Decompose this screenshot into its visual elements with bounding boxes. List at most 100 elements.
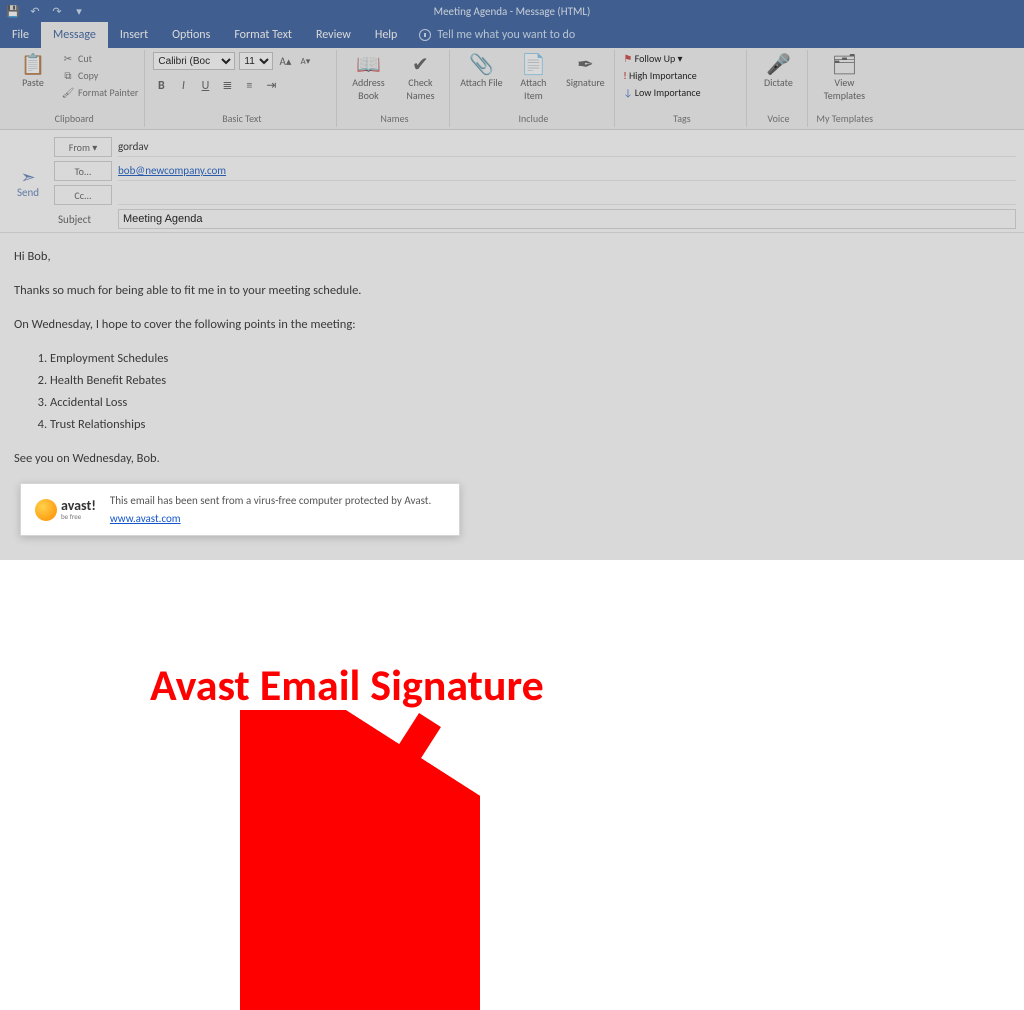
list-item: Accidental Loss (50, 393, 1010, 413)
indent-icon[interactable]: ⇥ (263, 78, 279, 93)
group-names-label: Names (345, 112, 443, 127)
send-button[interactable]: ➣ Send (8, 136, 48, 230)
bullets-icon[interactable]: ≣ (219, 78, 235, 93)
body-greeting: Hi Bob, (14, 247, 1010, 267)
attach-item-icon: 📄 (521, 54, 546, 76)
address-book-icon: 📖 (356, 54, 381, 76)
avast-brand: avast! (61, 499, 96, 513)
save-icon[interactable]: 💾 (6, 4, 20, 18)
tell-me-search[interactable]: Tell me what you want to do (409, 22, 585, 48)
cc-field[interactable] (118, 185, 1016, 205)
format-painter-button[interactable]: 🖌Format Painter (62, 86, 138, 99)
low-importance-icon: ↓ (623, 86, 632, 99)
templates-icon: 🗂 (832, 54, 857, 76)
tab-review[interactable]: Review (304, 22, 363, 48)
copy-button[interactable]: ⧉Copy (62, 69, 138, 82)
title-bar: 💾 ↶ ↷ ▾ Meeting Agenda - Message (HTML) (0, 0, 1024, 22)
microphone-icon: 🎤 (766, 54, 791, 76)
avast-link[interactable]: www.avast.com (110, 510, 431, 528)
signature-icon: ✒ (577, 54, 594, 76)
tab-help[interactable]: Help (363, 22, 410, 48)
group-voice-label: Voice (755, 112, 801, 127)
avast-signature: avast! be free This email has been sent … (20, 483, 460, 536)
body-list: Employment Schedules Health Benefit Reba… (50, 349, 1010, 435)
grow-font-button[interactable]: A▴ (277, 55, 293, 68)
underline-button[interactable]: U (197, 79, 213, 93)
avast-tagline: be free (61, 513, 96, 520)
redo-icon[interactable]: ↷ (50, 4, 64, 18)
check-names-icon: ✔ (412, 54, 429, 76)
paste-label: Paste (22, 76, 44, 89)
group-clipboard-label: Clipboard (10, 112, 138, 127)
low-importance-button[interactable]: ↓ Low Importance (623, 86, 700, 99)
attach-item-button[interactable]: 📄 Attach Item (510, 52, 556, 102)
tab-file[interactable]: File (0, 22, 41, 48)
flag-icon: ⚑ (623, 52, 632, 65)
tab-insert[interactable]: Insert (108, 22, 160, 48)
from-button[interactable]: From ▾ (54, 137, 112, 157)
group-tags: ⚑ Follow Up ▾ ! High Importance ↓ Low Im… (617, 50, 747, 127)
ribbon-tabs: File Message Insert Options Format Text … (0, 22, 1024, 48)
tab-message[interactable]: Message (41, 22, 108, 48)
subject-label: Subject (54, 213, 112, 226)
check-names-button[interactable]: ✔ Check Names (397, 52, 443, 102)
brush-icon: 🖌 (62, 87, 74, 99)
from-field[interactable]: gordav (118, 137, 1016, 157)
address-book-button[interactable]: 📖 Address Book (345, 52, 391, 102)
group-names: 📖 Address Book ✔ Check Names Names (339, 50, 450, 127)
annotation-arrow-icon (240, 710, 480, 1010)
lightbulb-icon (419, 29, 431, 41)
group-include-label: Include (458, 112, 608, 127)
copy-icon: ⧉ (62, 70, 74, 82)
cut-button[interactable]: ✂Cut (62, 52, 138, 65)
avast-logo: avast! be free (35, 499, 96, 521)
font-size-select[interactable]: 11 (239, 52, 273, 70)
body-paragraph: Thanks so much for being able to fit me … (14, 281, 1010, 301)
numbering-icon[interactable]: ≡ (241, 79, 257, 93)
send-icon: ➣ (20, 168, 35, 186)
group-tags-label: Tags (623, 112, 740, 127)
to-button[interactable]: To... (54, 161, 112, 181)
bold-button[interactable]: B (153, 79, 169, 93)
list-item: Trust Relationships (50, 415, 1010, 435)
font-family-select[interactable]: Calibri (Boc (153, 52, 235, 70)
ribbon: 📋 Paste ✂Cut ⧉Copy 🖌Format Painter Clipb… (0, 48, 1024, 130)
cut-icon: ✂ (62, 53, 74, 65)
to-field[interactable]: bob@newcompany.com (118, 161, 1016, 181)
group-clipboard: 📋 Paste ✂Cut ⧉Copy 🖌Format Painter Clipb… (4, 50, 145, 127)
list-item: Employment Schedules (50, 349, 1010, 369)
undo-icon[interactable]: ↶ (28, 4, 42, 18)
dictate-button[interactable]: 🎤 Dictate (755, 52, 801, 89)
group-include: 📎 Attach File 📄 Attach Item ✒ Signature … (452, 50, 615, 127)
paste-button[interactable]: 📋 Paste (10, 52, 56, 89)
attach-file-button[interactable]: 📎 Attach File (458, 52, 504, 89)
qat-dropdown-icon[interactable]: ▾ (72, 4, 86, 18)
compose-header: ➣ Send From ▾ gordav To... bob@newcompan… (0, 130, 1024, 233)
message-body[interactable]: Hi Bob, Thanks so much for being able to… (0, 233, 1024, 550)
italic-button[interactable]: I (175, 79, 191, 93)
shrink-font-button[interactable]: A▾ (297, 56, 313, 67)
group-font-label: Basic Text (153, 112, 330, 127)
avast-ball-icon (35, 499, 57, 521)
body-closing: See you on Wednesday, Bob. (14, 449, 1010, 469)
avast-message: This email has been sent from a virus-fr… (110, 494, 431, 507)
quick-access-toolbar: 💾 ↶ ↷ ▾ (0, 0, 92, 22)
signature-button[interactable]: ✒ Signature (562, 52, 608, 89)
group-basic-text: Calibri (Boc 11 A▴ A▾ B I U ≣ ≡ ⇥ Basic … (147, 50, 337, 127)
subject-field[interactable] (118, 209, 1016, 229)
body-paragraph: On Wednesday, I hope to cover the follow… (14, 315, 1010, 335)
tell-me-placeholder: Tell me what you want to do (437, 28, 575, 42)
tab-format-text[interactable]: Format Text (222, 22, 304, 48)
window-title: Meeting Agenda - Message (HTML) (434, 5, 591, 18)
annotation-label: Avast Email Signature (150, 658, 544, 712)
view-templates-button[interactable]: 🗂 View Templates (816, 52, 872, 102)
follow-up-button[interactable]: ⚑ Follow Up ▾ (623, 52, 682, 65)
paperclip-icon: 📎 (469, 54, 494, 76)
list-item: Health Benefit Rebates (50, 371, 1010, 391)
cc-button[interactable]: Cc... (54, 185, 112, 205)
tab-options[interactable]: Options (160, 22, 222, 48)
paste-icon: 📋 (21, 54, 46, 76)
high-importance-button[interactable]: ! High Importance (623, 69, 696, 82)
group-templates-label: My Templates (816, 112, 873, 127)
group-voice: 🎤 Dictate Voice (749, 50, 808, 127)
